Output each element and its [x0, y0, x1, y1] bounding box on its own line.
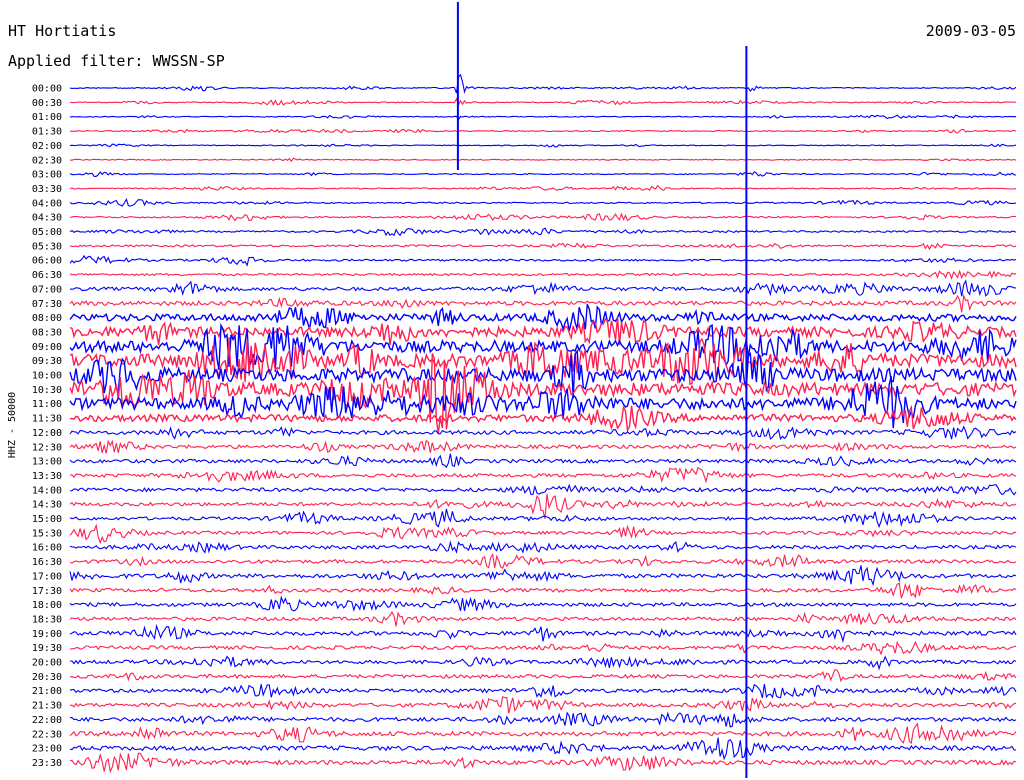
trace-line	[69, 752, 1017, 774]
row-time-label: 09:30	[32, 356, 62, 367]
trace-line	[69, 610, 1017, 627]
trace-line	[69, 565, 1017, 587]
helicorder-chart: HT Hortiatis 2009-03-05 Applied filter: …	[7, 2, 1017, 778]
row-time-label: 19:00	[32, 629, 62, 640]
row-time-label: 06:30	[32, 270, 62, 281]
row-time-label: 07:00	[32, 284, 62, 295]
trace-line	[69, 722, 1017, 745]
trace-line	[69, 523, 1017, 545]
row-time-label: 08:30	[32, 327, 62, 338]
row-time-label: 13:30	[32, 471, 62, 482]
trace-line	[69, 483, 1017, 496]
trace-line	[69, 293, 1017, 313]
trace-line	[69, 711, 1017, 728]
trace-group	[69, 2, 1017, 778]
row-time-label: 11:30	[32, 414, 62, 425]
trace-line	[69, 453, 1017, 469]
trace-line	[70, 655, 1017, 671]
row-time-label: 19:30	[32, 643, 62, 654]
row-time-label: 05:00	[32, 227, 62, 238]
row-time-label: 02:30	[32, 155, 62, 166]
row-time-label: 18:00	[32, 600, 62, 611]
row-time-label: 17:30	[32, 586, 62, 597]
row-time-label: 20:00	[32, 658, 62, 669]
row-time-label: 18:30	[32, 614, 62, 625]
trace-line	[69, 582, 1017, 599]
trace-line	[69, 439, 1017, 454]
trace-line	[69, 212, 1017, 222]
row-time-label: 08:00	[32, 313, 62, 324]
trace-line	[69, 279, 1017, 297]
trace-line	[69, 304, 1017, 332]
row-time-label: 03:30	[32, 184, 62, 195]
row-time-label: 22:00	[32, 715, 62, 726]
trace-line	[69, 171, 1017, 177]
trace-line	[69, 425, 1017, 441]
trace-line	[69, 668, 1017, 683]
channel-label: HHZ - 50000	[7, 392, 18, 458]
row-time-label: 01:00	[32, 112, 62, 123]
row-tick-labels: 00:00 00:30 01:00 01:30 02:00 02:30 03:00 03:30…	[32, 84, 62, 769]
trace-line	[69, 242, 1017, 251]
filter-label: Applied filter: WWSSN-SP	[8, 52, 225, 70]
trace-line	[69, 198, 1017, 207]
row-time-label: 09:00	[32, 342, 62, 353]
row-time-label: 10:30	[32, 385, 62, 396]
row-time-label: 21:30	[32, 701, 62, 712]
row-time-label: 00:30	[32, 98, 62, 109]
row-time-label: 02:00	[32, 141, 62, 152]
trace-line	[69, 97, 1017, 107]
row-time-label: 13:00	[32, 457, 62, 468]
row-time-label: 00:00	[32, 84, 62, 95]
trace-line	[69, 623, 1017, 644]
trace-line	[69, 466, 1017, 484]
trace-line	[69, 696, 1017, 714]
row-time-label: 21:00	[32, 686, 62, 697]
trace-line	[69, 269, 1017, 280]
trace-line	[69, 640, 1017, 656]
row-time-label: 04:00	[32, 198, 62, 209]
trace-line	[69, 143, 1017, 148]
row-time-label: 23:30	[32, 758, 62, 769]
trace-line	[69, 157, 1017, 163]
date-label: 2009-03-05	[926, 22, 1016, 40]
row-time-label: 01:30	[32, 127, 62, 138]
trace-line	[69, 114, 1017, 121]
trace-line	[69, 254, 1017, 267]
trace-line	[69, 737, 1017, 761]
trace-line	[69, 128, 1017, 134]
row-time-label: 16:30	[32, 557, 62, 568]
row-time-label: 23:00	[32, 744, 62, 755]
row-time-label: 06:00	[32, 256, 62, 267]
row-time-label: 10:00	[32, 371, 62, 382]
trace-line	[69, 227, 1017, 237]
trace-line	[69, 595, 1017, 612]
trace-line	[69, 683, 1017, 699]
row-time-label: 07:30	[32, 299, 62, 310]
row-time-label: 14:00	[32, 485, 62, 496]
row-time-label: 17:00	[32, 571, 62, 582]
station-title: HT Hortiatis	[8, 22, 116, 40]
row-time-label: 03:00	[32, 170, 62, 181]
row-time-label: 11:00	[32, 399, 62, 410]
row-time-label: 05:30	[32, 241, 62, 252]
row-time-label: 15:00	[32, 514, 62, 525]
trace-line	[69, 553, 1017, 570]
trace-line	[69, 184, 1017, 192]
trace-line	[69, 73, 1017, 94]
row-time-label: 12:00	[32, 428, 62, 439]
row-time-label: 22:30	[32, 729, 62, 740]
row-time-label: 12:30	[32, 442, 62, 453]
row-time-label: 14:30	[32, 500, 62, 511]
trace-line	[69, 540, 1017, 554]
row-time-label: 15:30	[32, 528, 62, 539]
trace-line	[69, 404, 1017, 434]
row-time-label: 04:30	[32, 213, 62, 224]
row-time-label: 16:00	[32, 543, 62, 554]
row-time-label: 20:30	[32, 672, 62, 683]
